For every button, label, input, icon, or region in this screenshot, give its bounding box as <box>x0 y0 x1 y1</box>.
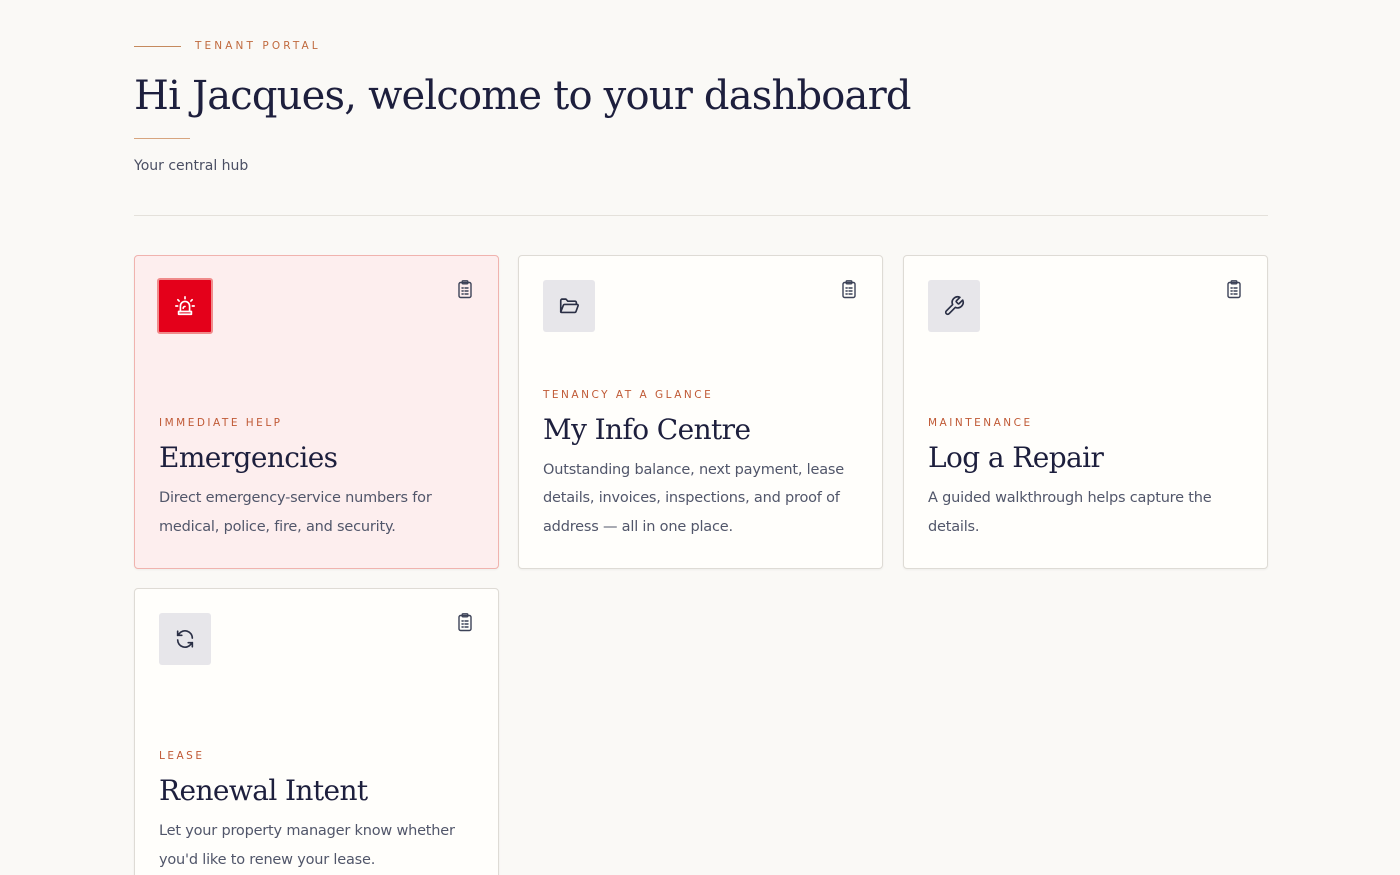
card-description: Let your property manager know whether y… <box>159 823 455 868</box>
card-renewal-intent[interactable]: LEASE Renewal Intent Let your property m… <box>134 588 499 875</box>
title-underline <box>134 138 190 139</box>
card-kicker: TENANCY AT A GLANCE <box>543 388 714 401</box>
card-text: TENANCY AT A GLANCE My Info Centre Outst… <box>543 389 860 542</box>
card-kicker: LEASE <box>159 750 205 762</box>
clipboard-icon[interactable] <box>456 612 474 632</box>
eyebrow-rule <box>134 45 181 47</box>
card-title: Emergencies <box>159 441 338 474</box>
wrench-icon <box>928 280 980 332</box>
card-kicker: IMMEDIATE HELP <box>159 417 283 429</box>
clipboard-icon[interactable] <box>1225 279 1243 299</box>
card-description: Direct emergency-service numbers for med… <box>159 490 432 535</box>
clipboard-icon[interactable] <box>456 279 474 299</box>
card-emergencies[interactable]: IMMEDIATE HELP Emergencies Direct emerge… <box>134 255 499 569</box>
header-divider <box>134 215 1268 216</box>
card-text: IMMEDIATE HELP Emergencies Direct emerge… <box>159 417 476 541</box>
page-subtitle: Your central hub <box>134 158 249 174</box>
card-title: Log a Repair <box>928 441 1104 474</box>
card-title: Renewal Intent <box>159 774 368 807</box>
card-text: LEASE Renewal Intent Let your property m… <box>159 750 476 874</box>
refresh-icon <box>159 613 211 665</box>
card-my-info-centre[interactable]: TENANCY AT A GLANCE My Info Centre Outst… <box>518 255 883 569</box>
page-title: Hi Jacques, welcome to your dashboard <box>134 73 912 119</box>
card-description: Outstanding balance, next payment, lease… <box>543 461 844 535</box>
card-text: MAINTENANCE Log a Repair A guided walkth… <box>928 417 1245 541</box>
clipboard-icon[interactable] <box>840 279 858 299</box>
card-log-a-repair[interactable]: MAINTENANCE Log a Repair A guided walkth… <box>903 255 1268 569</box>
card-description: A guided walkthrough helps capture the d… <box>928 490 1212 535</box>
card-title: My Info Centre <box>543 412 751 446</box>
siren-icon <box>157 278 213 334</box>
eyebrow: TENANT PORTAL <box>134 39 321 53</box>
card-kicker: MAINTENANCE <box>928 417 1033 429</box>
eyebrow-label: TENANT PORTAL <box>195 40 321 52</box>
folder-open-icon <box>543 280 595 332</box>
